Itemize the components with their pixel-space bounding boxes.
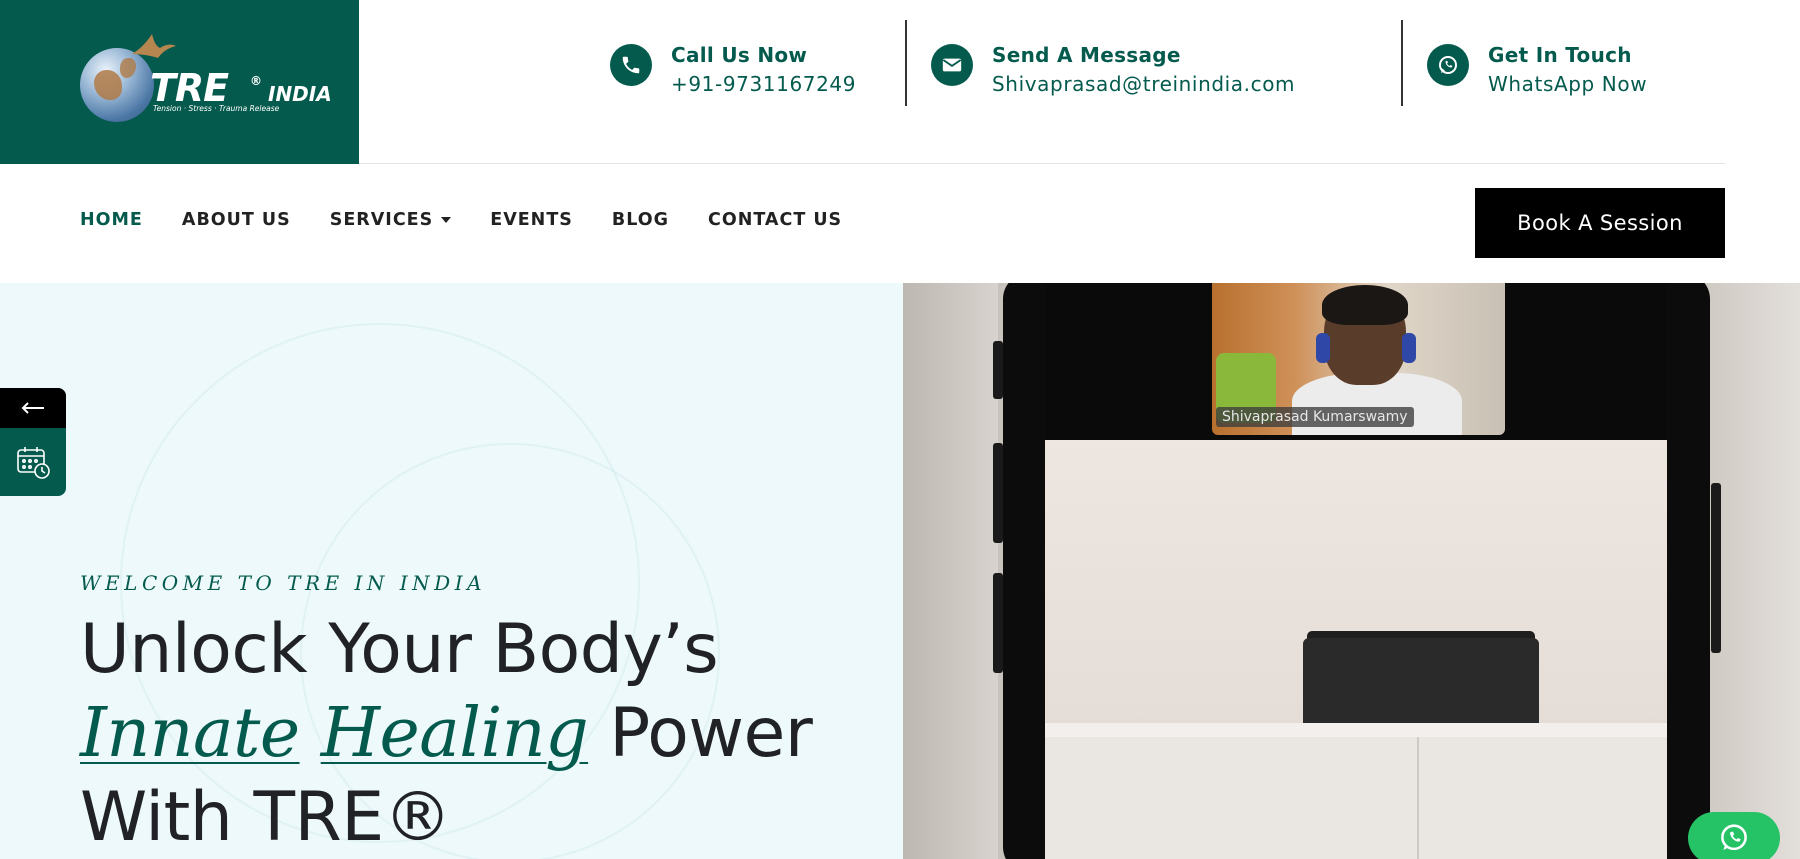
site-logo[interactable]: TRE ® INDIA Tension · Stress · Trauma Re… [0, 0, 359, 164]
video-participant-tile: Shivaprasad Kumarswamy [1212, 283, 1505, 435]
hero-eyebrow: WELCOME TO TRE IN INDIA [80, 571, 487, 595]
contact-email-title: Send A Message [992, 43, 1181, 67]
side-floating-tab[interactable] [0, 388, 66, 496]
phone-screen: Shivaprasad Kumarswamy [1045, 283, 1667, 859]
main-nav: HOME ABOUT US SERVICES EVENTS BLOG CONTA… [80, 210, 881, 230]
nav-services[interactable]: SERVICES [330, 210, 452, 230]
person-hair [1322, 285, 1408, 325]
phone-icon [610, 44, 652, 86]
nav-home[interactable]: HOME [80, 210, 143, 230]
phone-button [993, 573, 1003, 673]
caret-down-icon [441, 217, 452, 223]
whatsapp-float-button[interactable] [1688, 812, 1780, 859]
arrow-left-icon[interactable] [0, 388, 66, 428]
book-session-button[interactable]: Book A Session [1475, 188, 1725, 258]
contact-email-value[interactable]: Shivaprasad@treinindia.com [992, 68, 1295, 100]
contact-email[interactable]: Send A Message Shivaprasad@treinindia.co… [931, 42, 1295, 100]
headline-line-3: With TRE® [80, 778, 452, 857]
nav-events[interactable]: EVENTS [490, 210, 573, 230]
phone-button [993, 443, 1003, 543]
bird-icon [132, 34, 176, 58]
headline-power: Power [609, 694, 813, 773]
nav-blog[interactable]: BLOG [612, 210, 669, 230]
contact-call-value[interactable]: +91-9731167249 [671, 68, 856, 100]
phone-button [993, 341, 1003, 399]
envelope-icon [931, 44, 973, 86]
printer [1303, 638, 1539, 728]
headphone-left [1316, 333, 1330, 363]
headline-em-innate: Innate [80, 694, 300, 773]
logo-suffix: INDIA [268, 82, 332, 106]
phone-button [1711, 483, 1721, 653]
shelf [1045, 723, 1667, 737]
nav-services-label: SERVICES [329, 210, 434, 230]
participant-name-label: Shivaprasad Kumarswamy [1216, 407, 1414, 427]
nav-about-us[interactable]: ABOUT US [182, 210, 291, 230]
headline-em-healing: Healing [320, 694, 589, 773]
contact-divider [1401, 20, 1403, 106]
cabinet [1045, 737, 1667, 859]
hero-video[interactable]: Shivaprasad Kumarswamy [903, 283, 1800, 859]
calendar-clock-icon[interactable] [0, 428, 66, 496]
logo-tagline: Tension · Stress · Trauma Release [153, 104, 280, 113]
whatsapp-icon [1721, 824, 1747, 851]
contact-call-title: Call Us Now [671, 43, 808, 67]
headline-line-1: Unlock Your Body’s [80, 610, 719, 689]
contact-whatsapp-title: Get In Touch [1488, 43, 1632, 67]
cabinet-split [1417, 737, 1419, 859]
nav-contact-us[interactable]: CONTACT US [708, 210, 842, 230]
contact-call[interactable]: Call Us Now +91-9731167249 [610, 42, 856, 100]
wall-left [903, 283, 998, 859]
logo-registered-mark: ® [250, 74, 262, 88]
headphone-right [1402, 333, 1416, 363]
contact-divider [905, 20, 907, 106]
whatsapp-icon [1427, 44, 1469, 86]
contact-whatsapp-value[interactable]: WhatsApp Now [1488, 68, 1647, 100]
header-divider [359, 163, 1725, 164]
hero-headline: Unlock Your Body’s Innate Healing Power … [80, 608, 813, 859]
contact-whatsapp[interactable]: Get In Touch WhatsApp Now [1427, 42, 1647, 100]
